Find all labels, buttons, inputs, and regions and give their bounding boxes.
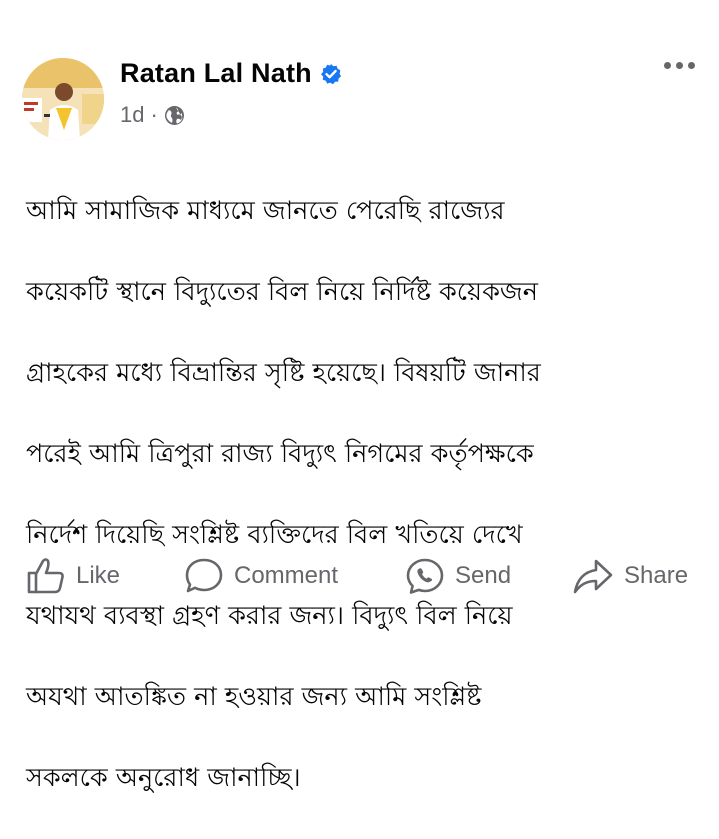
share-label: Share (624, 562, 689, 589)
post-body-line: অযথা আতঙ্কিত না হওয়ার জন্য আমি সংশ্লিষ্… (26, 681, 482, 712)
thumbs-up-icon (27, 558, 64, 594)
verified-badge-icon (320, 63, 342, 85)
post-action-bar: Like Comment Send Share (0, 550, 719, 602)
share-arrow-icon (573, 559, 613, 594)
post-body-line: নির্দেশ দিয়েছি সংশ্লিষ্ট ব্যক্তিদের বিল… (26, 519, 523, 550)
globe-icon[interactable] (164, 105, 185, 126)
post-header: Ratan Lal Nath (120, 58, 342, 89)
messenger-send-icon (406, 558, 444, 594)
send-label: Send (455, 562, 512, 589)
comment-icon (185, 558, 223, 593)
more-dot (688, 62, 695, 69)
post-timestamp[interactable]: 1d (120, 102, 144, 128)
post-body-line: আমি সামাজিক মাধ্যমে জানতে পেরেছি রাজ্যের (26, 195, 505, 226)
share-button[interactable]: Share (572, 550, 688, 602)
post-body-line: কয়েকটি স্থানে বিদ্যুতের বিল নিয়ে নির্দ… (26, 276, 538, 307)
author-avatar[interactable] (22, 58, 104, 140)
more-options-icon[interactable] (664, 62, 695, 69)
facebook-post: Ratan Lal Nath 1d · আমি সামাজিক মাধ্যমে … (0, 0, 719, 793)
comment-button[interactable]: Comment (184, 550, 338, 602)
more-dot (676, 62, 683, 69)
like-button[interactable]: Like (26, 550, 120, 602)
send-button[interactable]: Send (405, 550, 511, 602)
comment-label: Comment (234, 562, 339, 589)
post-body-line: পরেই আমি ত্রিপুরা রাজ্য বিদ্যুৎ নিগমের ক… (26, 438, 534, 469)
post-body-line: গ্রাহকের মধ্যে বিভ্রান্তির সৃষ্টি হয়েছে… (26, 357, 541, 388)
post-body-line: সকলকে অনুরোধ জানাচ্ছি। (26, 762, 301, 793)
author-name[interactable]: Ratan Lal Nath (120, 58, 312, 89)
like-label: Like (76, 562, 121, 589)
avatar-photo-icon (22, 58, 104, 140)
meta-separator: · (150, 102, 158, 127)
post-body: আমি সামাজিক মাধ্যমে জানতে পেরেছি রাজ্যের… (26, 150, 686, 839)
post-meta: 1d · (120, 102, 185, 128)
more-dot (664, 62, 671, 69)
